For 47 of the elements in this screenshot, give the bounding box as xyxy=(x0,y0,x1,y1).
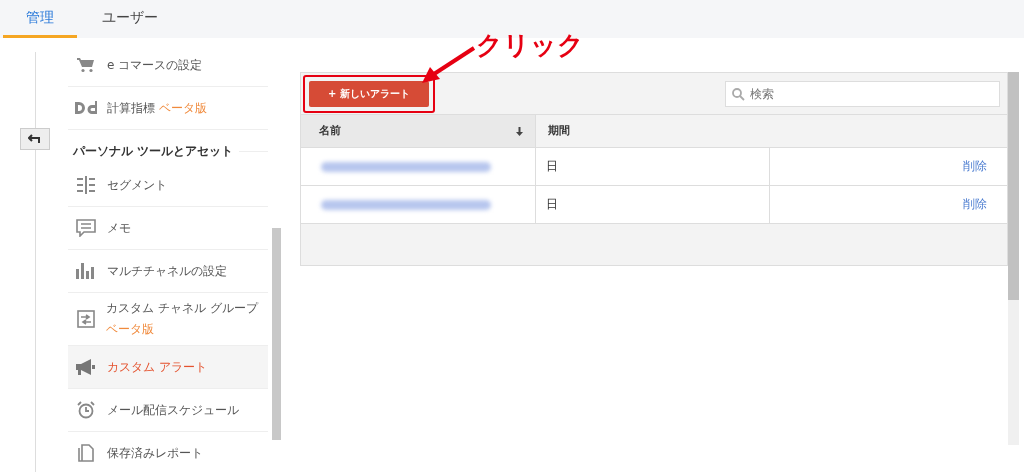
blurred-link[interactable] xyxy=(321,161,491,172)
delete-link[interactable]: 削除 xyxy=(963,197,987,212)
nav-item[interactable]: カスタム アラート xyxy=(68,346,268,389)
search-icon xyxy=(732,87,745,101)
nav-label: メモ xyxy=(107,219,131,237)
new-alert-button[interactable]: + 新しいアラート xyxy=(309,80,429,107)
back-arrow-icon xyxy=(28,134,42,144)
beta-label: ベータ版 xyxy=(106,321,154,338)
scrollbar[interactable] xyxy=(1008,72,1019,445)
scrollbar[interactable] xyxy=(272,228,281,440)
nav-label: カスタム チャネル グループ xyxy=(106,300,258,317)
nav-label: 保存済みレポート xyxy=(107,444,203,462)
search-field[interactable]: 検索 xyxy=(725,80,1000,107)
table-cell: 日 xyxy=(536,148,770,186)
annotation-text: クリック xyxy=(476,29,584,62)
nav-label: e コマースの設定 xyxy=(107,56,203,74)
nav-label: メール配信スケジュール xyxy=(107,401,239,419)
nav-item[interactable]: 保存済みレポート xyxy=(68,432,268,472)
nav-label: セグメント xyxy=(107,176,167,194)
nav-item[interactable]: メモ xyxy=(68,207,268,250)
channel-group-icon xyxy=(76,310,95,328)
nav-item[interactable]: 計算指標 ベータ版 xyxy=(68,87,268,130)
nav-item[interactable]: セグメント xyxy=(68,164,268,207)
segment-icon xyxy=(77,176,95,194)
column-header[interactable]: 名前 xyxy=(301,115,536,148)
document-icon xyxy=(78,444,94,462)
column-header[interactable]: 期間 xyxy=(536,115,1007,148)
nav-item[interactable]: e コマースの設定 xyxy=(68,44,268,87)
nav-item[interactable]: メール配信スケジュール xyxy=(68,389,268,432)
dd-icon xyxy=(75,101,97,115)
table-cell: 日 xyxy=(536,186,770,224)
tab[interactable]: ユーザー xyxy=(80,0,180,38)
nav-item[interactable]: マルチチャネルの設定 xyxy=(68,250,268,293)
sort-arrow-icon xyxy=(516,126,523,136)
speech-bubble-icon xyxy=(76,219,96,237)
alarm-clock-icon xyxy=(77,401,95,419)
delete-link[interactable]: 削除 xyxy=(963,159,987,174)
section-heading: パーソナル ツールとアセット xyxy=(73,142,234,160)
blurred-link[interactable] xyxy=(321,199,491,210)
cart-icon xyxy=(77,57,95,73)
back-button[interactable] xyxy=(20,128,50,150)
nav-label: 計算指標 xyxy=(107,99,155,117)
nav-label: マルチチャネルの設定 xyxy=(107,262,227,280)
megaphone-icon xyxy=(76,359,96,375)
nav-label: カスタム アラート xyxy=(107,358,207,376)
beta-label: ベータ版 xyxy=(159,99,207,117)
bar-chart-icon xyxy=(76,263,96,279)
